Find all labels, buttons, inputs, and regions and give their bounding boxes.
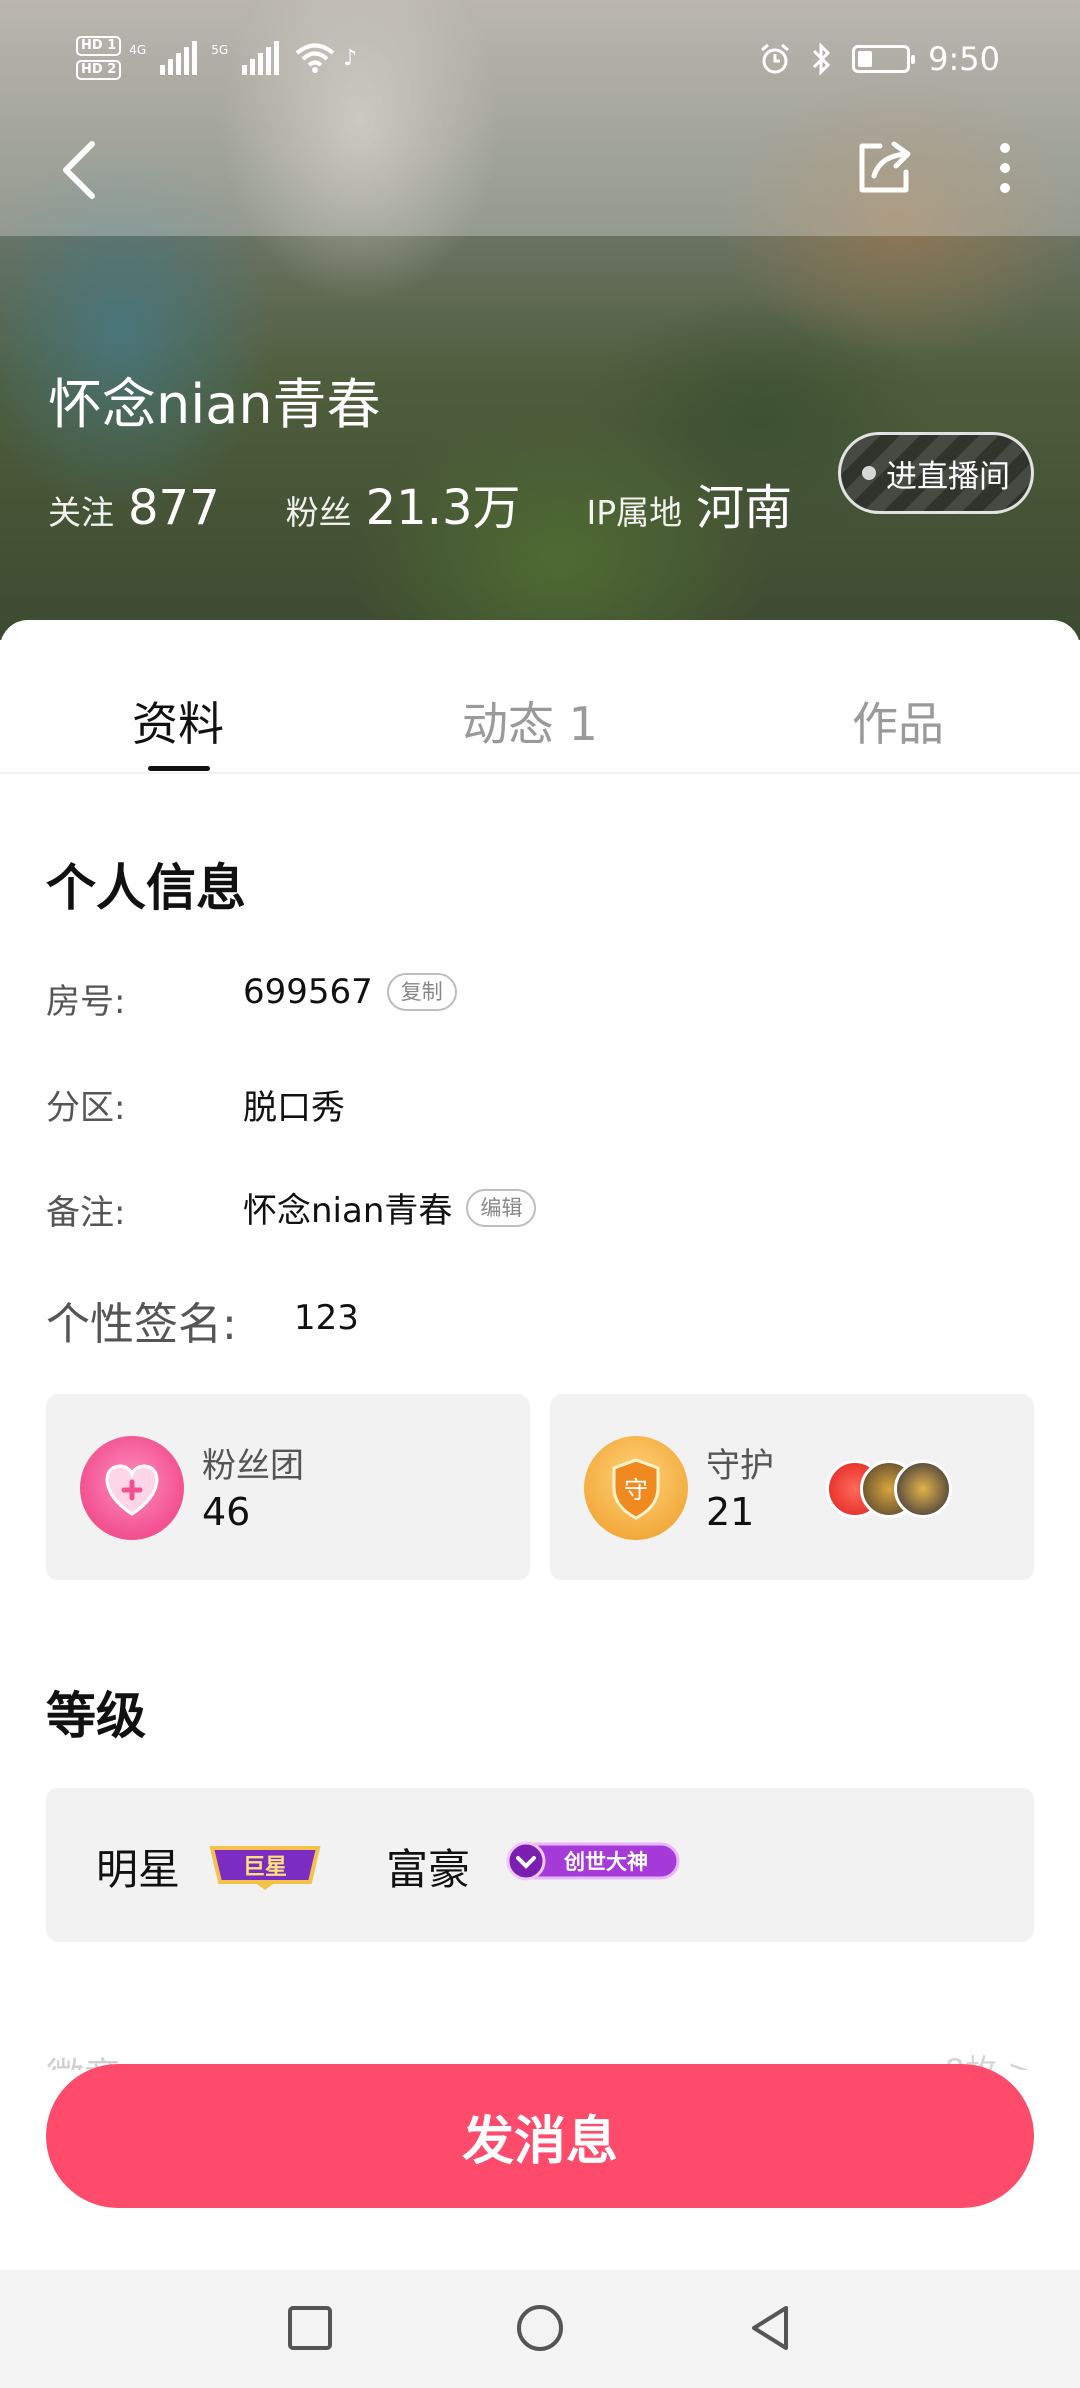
wealth-level-badge[interactable]: 创世大神	[502, 1838, 682, 1884]
guard-shield-icon: 守	[584, 1436, 688, 1540]
signature-label: 个性签名:	[46, 1299, 237, 1350]
fans-count[interactable]: 21.3万	[366, 468, 521, 538]
signature-value: 123	[294, 1298, 359, 1338]
alarm-icon	[761, 43, 790, 74]
zone-label: 分区:	[46, 1088, 126, 1128]
profile-header-background: HD 1 HD 2 4G 5G ♪ 9:50 怀念nian青春 关注 877 粉…	[0, 0, 1080, 640]
fan-club-card[interactable]: 粉丝团 46	[46, 1394, 530, 1580]
guard-count: 21	[706, 1490, 755, 1534]
guard-avatars	[826, 1460, 966, 1520]
share-icon[interactable]	[852, 136, 916, 200]
clock: 9:50	[928, 40, 1000, 78]
star-level-badge[interactable]: 巨星	[206, 1838, 324, 1892]
recent-apps-icon[interactable]	[282, 2300, 338, 2356]
wifi-icon	[295, 43, 335, 73]
back-triangle-icon[interactable]	[742, 2300, 798, 2356]
following-count[interactable]: 877	[128, 480, 220, 536]
following-label[interactable]: 关注	[48, 486, 114, 534]
svg-text:巨星: 巨星	[243, 1855, 287, 1880]
signal-icon-1	[160, 41, 198, 75]
enter-live-room-button[interactable]: 进直播间	[838, 432, 1034, 514]
room-number-label: 房号:	[46, 982, 126, 1022]
send-message-button[interactable]: 发消息	[46, 2064, 1034, 2208]
svg-text:创世大神: 创世大神	[563, 1850, 648, 1874]
room-number-value: 699567	[243, 972, 373, 1012]
room-number-row: 699567 复制	[243, 972, 457, 1012]
music-note-icon: ♪	[343, 45, 358, 71]
signal-icon-2	[242, 41, 280, 75]
more-options-icon[interactable]	[990, 136, 1020, 200]
level-box: 明星 巨星 富豪 创世大神	[46, 1788, 1034, 1942]
home-icon[interactable]	[512, 2300, 568, 2356]
hd-icon: HD 1 HD 2	[76, 36, 122, 80]
ip-location-value: 河南	[696, 480, 793, 536]
zone-value: 脱口秀	[243, 1088, 345, 1128]
fans-label[interactable]: 粉丝	[286, 486, 352, 534]
ip-location-label: IP属地	[586, 493, 683, 532]
tab-profile-info[interactable]: 资料	[132, 688, 224, 754]
note-value: 怀念nian青春	[243, 1191, 453, 1231]
bluetooth-icon	[813, 42, 831, 76]
divider	[0, 772, 1080, 774]
system-navigation-bar	[0, 2270, 1080, 2388]
battery-icon	[852, 45, 916, 73]
network-type-1: 4G	[129, 43, 147, 57]
level-title: 等级	[46, 1687, 146, 1745]
status-left: HD 1 HD 2 4G 5G ♪	[76, 36, 357, 80]
tab-works[interactable]: 作品	[852, 688, 944, 754]
profile-name: 怀念nian青春	[48, 373, 381, 436]
profile-stats: 关注 877 粉丝 21.3万 IP属地 河南	[48, 468, 792, 538]
edit-note-button[interactable]: 编辑	[466, 1188, 537, 1227]
svg-text:守: 守	[624, 1476, 648, 1504]
fan-club-label: 粉丝团	[202, 1446, 304, 1486]
star-level-label: 明星	[96, 1845, 181, 1894]
status-bar: HD 1 HD 2 4G 5G ♪ 9:50	[0, 0, 1080, 130]
guard-card[interactable]: 守 守护 21	[550, 1394, 1034, 1580]
avatar	[894, 1460, 952, 1518]
tab-moments[interactable]: 动态 1	[462, 688, 598, 754]
copy-button[interactable]: 复制	[386, 973, 457, 1011]
note-label: 备注:	[46, 1193, 126, 1233]
fan-club-heart-icon	[80, 1436, 184, 1540]
personal-info-title: 个人信息	[46, 859, 246, 917]
live-dot-icon	[862, 466, 876, 480]
fan-club-count: 46	[202, 1490, 251, 1534]
network-type-2: 5G	[211, 43, 229, 57]
enter-live-room-label: 进直播间	[886, 458, 1010, 495]
profile-sheet: 资料 动态 1 作品 个人信息 房号: 699567 复制 分区: 脱口秀 备注…	[0, 620, 1080, 2270]
back-arrow-icon[interactable]	[50, 130, 110, 210]
tab-active-indicator	[148, 766, 210, 771]
note-row: 怀念nian青春 编辑	[243, 1183, 537, 1232]
status-right: 9:50	[758, 40, 1000, 78]
wealth-level-label: 富豪	[386, 1845, 471, 1894]
tab-bar: 资料 动态 1 作品	[0, 620, 1080, 774]
guard-label: 守护	[706, 1446, 774, 1486]
